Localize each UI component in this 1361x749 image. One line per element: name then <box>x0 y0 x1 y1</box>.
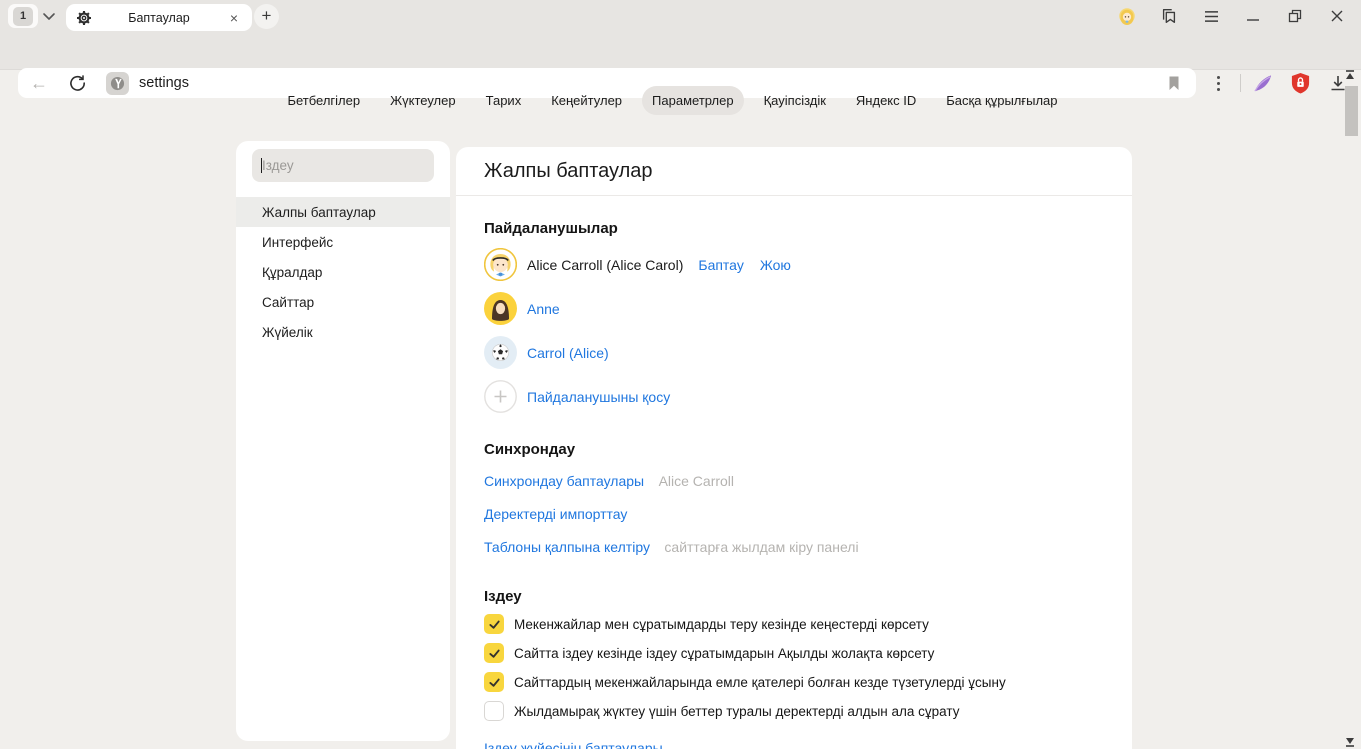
browser-tab-settings[interactable]: Баптаулар × <box>66 4 252 31</box>
checkbox-site-search[interactable] <box>484 643 504 663</box>
scroll-up-icon[interactable] <box>1343 68 1357 80</box>
search-heading: Іздеу <box>484 588 1104 605</box>
page-title: Жалпы баптаулар <box>456 147 1132 196</box>
close-window-icon[interactable] <box>1327 6 1347 26</box>
user-name-carrol[interactable]: Carrol (Alice) <box>527 345 609 361</box>
tab-settings[interactable]: Параметрлер <box>642 86 744 115</box>
sidebar-item-interface[interactable]: Интерфейс <box>236 227 450 257</box>
scrollbar-thumb[interactable] <box>1345 86 1358 136</box>
checkbox-row-suggestions: Мекенжайлар мен сұратымдарды теру кезінд… <box>484 614 1104 634</box>
tab-title: Баптаулар <box>92 11 226 25</box>
tab-count: 1 <box>13 7 33 26</box>
avatar-alice[interactable] <box>484 248 517 281</box>
settings-main-panel: Жалпы баптаулар Пайдаланушылар Al <box>456 147 1132 749</box>
avatar-carrol[interactable] <box>484 336 517 369</box>
profile-avatar[interactable] <box>1117 6 1137 26</box>
sidebar-item-sites[interactable]: Сайттар <box>236 287 450 317</box>
add-user-row[interactable]: Пайдаланушыны қосу <box>484 380 1104 413</box>
sync-settings-row: Синхрондау баптаулары Alice Carroll <box>484 473 1104 491</box>
import-data-link[interactable]: Деректерді импорттау <box>484 506 627 522</box>
side-panel-icon[interactable] <box>1159 6 1179 26</box>
sidebar-item-tools[interactable]: Құралдар <box>236 257 450 287</box>
checkbox-label: Сайтта іздеу кезінде іздеу сұратымдарын … <box>514 646 934 661</box>
checkbox-suggestions[interactable] <box>484 614 504 634</box>
checkbox-typo-fix[interactable] <box>484 672 504 692</box>
checkbox-row-typo-fix: Сайттардың мекенжайларында емле қателері… <box>484 672 1104 692</box>
restore-window-icon[interactable] <box>1285 6 1305 26</box>
new-tab-button[interactable]: + <box>254 4 279 29</box>
close-tab-icon[interactable]: × <box>226 10 242 26</box>
tab-downloads[interactable]: Жүктеулер <box>380 86 466 115</box>
tab-security[interactable]: Қауіпсіздік <box>754 86 836 115</box>
minimize-window-icon[interactable] <box>1243 6 1263 26</box>
scroll-down-icon[interactable] <box>1343 735 1357 747</box>
tab-history[interactable]: Тарих <box>476 86 532 115</box>
add-user-label[interactable]: Пайдаланушыны қосу <box>527 389 670 405</box>
menu-icon[interactable] <box>1201 6 1221 26</box>
gear-icon <box>76 10 92 26</box>
sync-account-note: Alice Carroll <box>659 473 734 489</box>
user-name-anne[interactable]: Anne <box>527 301 560 317</box>
settings-nav: Бетбелгілер Жүктеулер Тарих Кеңейтулер П… <box>0 86 1345 115</box>
sidebar-item-general[interactable]: Жалпы баптаулар <box>236 197 450 227</box>
sync-settings-link[interactable]: Синхрондау баптаулары <box>484 473 644 489</box>
sidebar-item-system[interactable]: Жүйелік <box>236 317 450 347</box>
tab-yandex-id[interactable]: Яндекс ID <box>846 86 926 115</box>
avatar-anne[interactable] <box>484 292 517 325</box>
tab-other-devices[interactable]: Басқа құрылғылар <box>936 86 1067 115</box>
tab-bookmarks[interactable]: Бетбелгілер <box>277 86 370 115</box>
search-input[interactable] <box>262 158 412 173</box>
checkbox-row-site-search: Сайтта іздеу кезінде іздеу сұратымдарын … <box>484 643 1104 663</box>
tab-counter-button[interactable]: 1 <box>8 4 38 28</box>
import-data-row: Деректерді импорттау <box>484 506 1104 524</box>
checkbox-label: Сайттардың мекенжайларында емле қателері… <box>514 675 1006 690</box>
sync-heading: Синхрондау <box>484 441 1104 458</box>
user-configure-link[interactable]: Баптау <box>698 257 743 273</box>
user-row-anne: Anne <box>484 292 1104 325</box>
search-engine-settings-link[interactable]: Іздеу жүйесінің баптаулары <box>484 740 663 749</box>
user-remove-link[interactable]: Жою <box>760 257 791 273</box>
tab-strip: 1 Баптаулар × + <box>0 0 1361 32</box>
users-heading: Пайдаланушылар <box>484 220 1104 237</box>
user-row-current: Alice Carroll (Alice Carol) Баптау Жою <box>484 248 1104 281</box>
restore-tableau-link[interactable]: Таблоны қалпына келтіру <box>484 539 650 555</box>
chevron-down-icon[interactable] <box>40 8 58 24</box>
sidebar-search[interactable] <box>252 149 434 182</box>
checkbox-label: Жылдамырақ жүктеу үшін беттер туралы дер… <box>514 704 959 719</box>
add-user-icon[interactable] <box>484 380 517 413</box>
address-bar-row: ← settings <box>0 32 1361 70</box>
settings-sidebar: Жалпы баптаулар Интерфейс Құралдар Сайтт… <box>236 141 450 741</box>
tab-extensions[interactable]: Кеңейтулер <box>541 86 632 115</box>
user-name-current: Alice Carroll (Alice Carol) <box>527 257 683 273</box>
checkbox-prefetch[interactable] <box>484 701 504 721</box>
tableau-note: сайттарға жылдам кіру панелі <box>664 539 858 555</box>
user-row-carrol: Carrol (Alice) <box>484 336 1104 369</box>
checkbox-label: Мекенжайлар мен сұратымдарды теру кезінд… <box>514 617 929 632</box>
checkbox-row-prefetch: Жылдамырақ жүктеу үшін беттер туралы дер… <box>484 701 1104 721</box>
restore-tableau-row: Таблоны қалпына келтіру сайттарға жылдам… <box>484 539 1104 557</box>
